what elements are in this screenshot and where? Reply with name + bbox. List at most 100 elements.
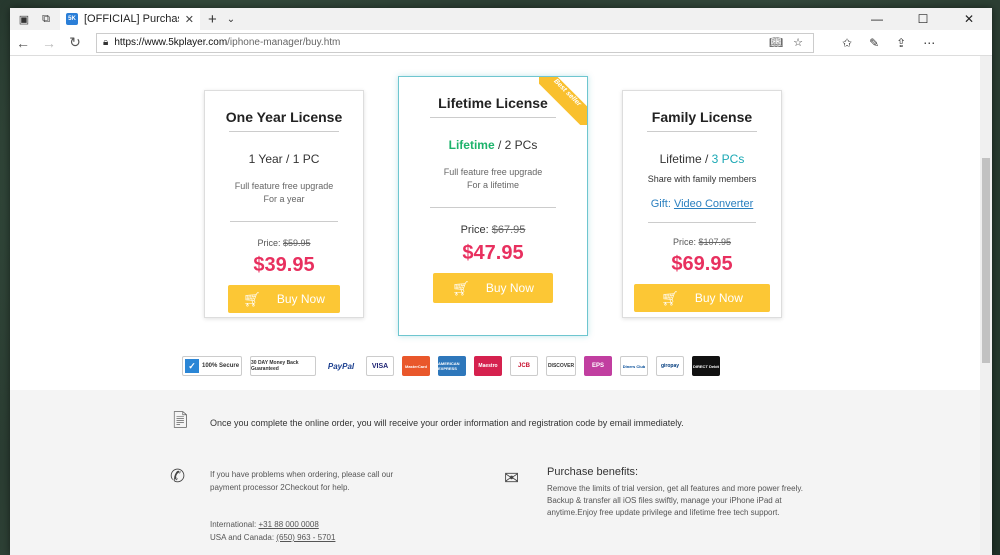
- price-label: Price:: [672, 237, 696, 247]
- refresh-icon[interactable]: ↻: [62, 34, 88, 51]
- reading-view-icon[interactable]: 📖︎: [769, 36, 783, 49]
- intl-phone-link[interactable]: +31 88 000 0008: [259, 520, 319, 529]
- secure-badge-icon: ✓ 100% Secure: [182, 356, 242, 376]
- tab-active[interactable]: 5K [OFFICIAL] Purchase De ✕: [60, 8, 200, 30]
- old-price-value: $107.95: [698, 237, 732, 247]
- buy-label: Buy Now: [694, 291, 743, 305]
- term-sep: /: [494, 138, 505, 152]
- maestro-icon: Maestro: [474, 356, 502, 376]
- buy-now-button[interactable]: 🛒︎ Buy Now: [228, 285, 340, 313]
- maximize-icon[interactable]: ☐: [900, 8, 946, 30]
- card-desc: Share with family members: [647, 174, 757, 184]
- phone-icon: ✆: [170, 466, 186, 486]
- desc-line: For a lifetime: [466, 180, 519, 190]
- gift-link-text[interactable]: Video Converter: [674, 198, 753, 210]
- divider: [430, 117, 556, 118]
- gift-label: Gift:: [650, 198, 671, 210]
- old-price-value: $59.95: [283, 238, 311, 248]
- divider: [647, 131, 757, 132]
- cart-icon: 🛒︎: [243, 290, 261, 307]
- phone-numbers: International: +31 88 000 0008 USA and C…: [210, 518, 335, 544]
- license-card-lifetime: Best seller Lifetime License Lifetime / …: [398, 76, 588, 336]
- buy-now-button[interactable]: 🛒︎ Buy Now: [634, 284, 770, 312]
- ribbon-text: Best seller: [539, 77, 587, 125]
- price-label: Price:: [460, 224, 489, 236]
- card-desc: Full feature free upgrade For a lifetime: [399, 166, 587, 192]
- mail-icon: ✉: [504, 468, 520, 488]
- term-left: Lifetime: [659, 152, 702, 166]
- old-price-value: $67.95: [491, 224, 526, 236]
- direct-debit-icon: DIRECT Debit: [692, 356, 720, 376]
- url-path: /iphone-manager/buy.htm: [227, 37, 341, 48]
- close-tab-icon[interactable]: ✕: [185, 13, 194, 26]
- tab-bar: ▣ ⧉ 5K [OFFICIAL] Purchase De ✕ + ⌄ — ☐ …: [10, 8, 992, 30]
- term-sep: /: [701, 152, 712, 166]
- close-icon[interactable]: ✕: [946, 8, 992, 30]
- price: $39.95: [253, 254, 315, 276]
- set-aside-tabs-icon[interactable]: ⧉: [38, 12, 54, 26]
- visa-icon: VISA: [366, 356, 394, 376]
- mastercard-icon: MasterCard: [402, 356, 430, 376]
- back-icon[interactable]: ←: [10, 35, 36, 51]
- chevron-down-icon[interactable]: ⌄: [227, 14, 235, 25]
- document-alert-icon: 📄︎: [170, 412, 191, 429]
- divider: [230, 221, 338, 222]
- favorite-star-icon[interactable]: ☆: [793, 36, 803, 49]
- paypal-icon: PayPal: [327, 361, 355, 371]
- buy-now-button[interactable]: 🛒︎ Buy Now: [433, 273, 553, 303]
- cart-icon: 🛒︎: [661, 289, 679, 306]
- order-notice: Once you complete the online order, you …: [210, 418, 684, 428]
- card-term: 1 Year / 1 PC: [205, 152, 363, 166]
- web-note-icon[interactable]: ✎: [869, 36, 879, 50]
- card-term: Lifetime / 3 PCs: [623, 152, 781, 166]
- usa-phone-link[interactable]: (650) 963 - 5701: [276, 533, 335, 542]
- toolbar: ✩ ✎ ⇪ ⋯: [842, 36, 935, 50]
- money-back-icon: 30 DAY Money Back Guaranteed: [250, 356, 316, 376]
- cart-icon: 🛒︎: [452, 279, 470, 296]
- desc-line: Full feature free upgrade: [443, 167, 543, 177]
- buy-label: Buy Now: [276, 292, 325, 306]
- discover-icon: DISCOVER: [546, 356, 576, 376]
- old-price: Price: $67.95: [399, 224, 587, 236]
- license-card-one-year: One Year License 1 Year / 1 PC Full feat…: [204, 90, 364, 318]
- scrollbar[interactable]: [980, 56, 992, 555]
- amex-icon: AMERICAN EXPRESS: [438, 356, 466, 376]
- divider: [648, 222, 756, 223]
- new-tab-icon[interactable]: +: [208, 11, 217, 28]
- favorites-hub-icon[interactable]: ✩: [842, 36, 852, 50]
- tab-title: [OFFICIAL] Purchase De: [84, 13, 179, 25]
- favicon-icon: 5K: [66, 13, 78, 25]
- card-title: Family License: [651, 109, 753, 125]
- more-icon[interactable]: ⋯: [923, 36, 935, 50]
- divider: [430, 207, 556, 208]
- giropay-icon: giropay: [656, 356, 684, 376]
- term-right: 2 PCs: [504, 138, 538, 152]
- card-title: One Year License: [225, 109, 343, 125]
- price: $47.95: [462, 242, 524, 264]
- price-label: Price:: [257, 238, 281, 248]
- term-left: 1 Year: [248, 152, 283, 166]
- info-section: 📄︎ Once you complete the online order, y…: [10, 390, 980, 555]
- old-price: Price: $107.95: [623, 237, 781, 247]
- usa-label: USA and Canada:: [210, 533, 275, 542]
- browser-window: ▣ ⧉ 5K [OFFICIAL] Purchase De ✕ + ⌄ — ☐ …: [10, 8, 992, 555]
- term-right: 3 PCs: [711, 152, 745, 166]
- minimize-icon[interactable]: —: [854, 8, 900, 30]
- payment-logos: ✓ 100% Secure 30 DAY Money Back Guarantee…: [182, 356, 720, 376]
- share-icon[interactable]: ⇪: [896, 36, 906, 50]
- scrollbar-thumb[interactable]: [982, 158, 990, 363]
- card-term: Lifetime / 2 PCs: [399, 138, 587, 152]
- desc-line: Full feature free upgrade: [234, 181, 334, 191]
- price: $69.95: [671, 253, 733, 275]
- window-controls: — ☐ ✕: [854, 8, 992, 30]
- help-text: If you have problems when ordering, plea…: [210, 470, 394, 492]
- address-bar-row: ← → ↻ 🔒︎ https://www.5kplayer.com/iphone…: [10, 30, 992, 56]
- url-input[interactable]: 🔒︎ https://www.5kplayer.com/iphone-manag…: [96, 32, 814, 53]
- tab-actions-icon[interactable]: ▣: [16, 12, 32, 26]
- forward-icon[interactable]: →: [36, 35, 62, 51]
- payment-label: 100% Secure: [202, 363, 240, 369]
- gift-link[interactable]: Gift: Video Converter: [623, 198, 781, 210]
- benefits-text: Remove the limits of trial version, get …: [547, 484, 803, 517]
- diners-club-icon: Diners Club: [620, 356, 648, 376]
- buy-label: Buy Now: [485, 281, 534, 295]
